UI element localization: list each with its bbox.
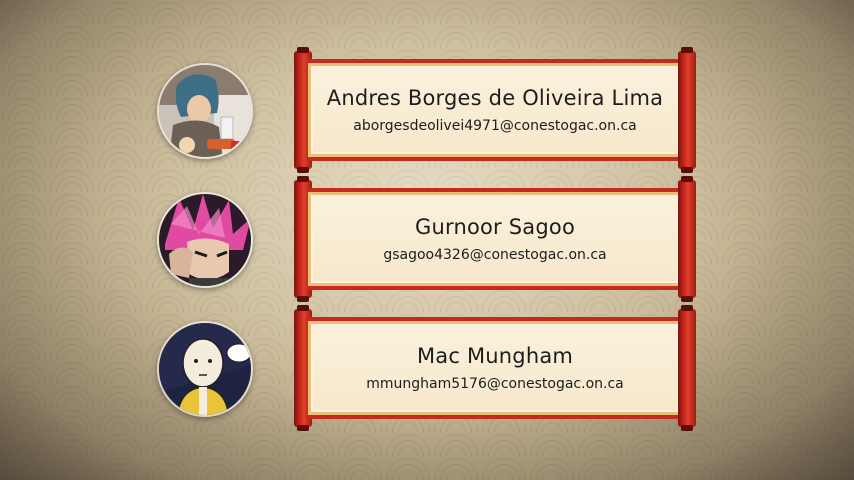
avatar-blue-hair-anime-character-icon: [159, 65, 251, 157]
team-member-row: Gurnoor Sagoo gsagoo4326@conestogac.on.c…: [0, 176, 854, 302]
member-email: mmungham5176@conestogac.on.ca: [366, 376, 624, 392]
name-scroll: Gurnoor Sagoo gsagoo4326@conestogac.on.c…: [294, 176, 696, 302]
avatar: [157, 192, 253, 288]
scroll-roller-right: [678, 305, 696, 431]
member-name: Mac Mungham: [416, 344, 574, 368]
member-name: Andres Borges de Oliveira Lima: [326, 86, 664, 110]
name-scroll: Andres Borges de Oliveira Lima aborgesde…: [294, 47, 696, 173]
member-name: Gurnoor Sagoo: [415, 215, 575, 239]
member-email: gsagoo4326@conestogac.on.ca: [383, 247, 607, 263]
member-email: aborgesdeolivei4971@conestogac.on.ca: [353, 118, 637, 134]
scroll-roller-right: [678, 176, 696, 302]
scroll-paper: Gurnoor Sagoo gsagoo4326@conestogac.on.c…: [308, 188, 682, 290]
avatar: [157, 321, 253, 417]
avatar-pink-hair-anime-character-icon: [159, 194, 251, 286]
name-scroll: Mac Mungham mmungham5176@conestogac.on.c…: [294, 305, 696, 431]
scroll-paper: Mac Mungham mmungham5176@conestogac.on.c…: [308, 317, 682, 419]
scroll-roller-right: [678, 47, 696, 173]
avatar: [157, 63, 253, 159]
scroll-paper: Andres Borges de Oliveira Lima aborgesde…: [308, 59, 682, 161]
team-member-row: Andres Borges de Oliveira Lima aborgesde…: [0, 47, 854, 173]
team-member-row: Mac Mungham mmungham5176@conestogac.on.c…: [0, 305, 854, 431]
avatar-bald-hero-anime-character-icon: [159, 323, 251, 415]
